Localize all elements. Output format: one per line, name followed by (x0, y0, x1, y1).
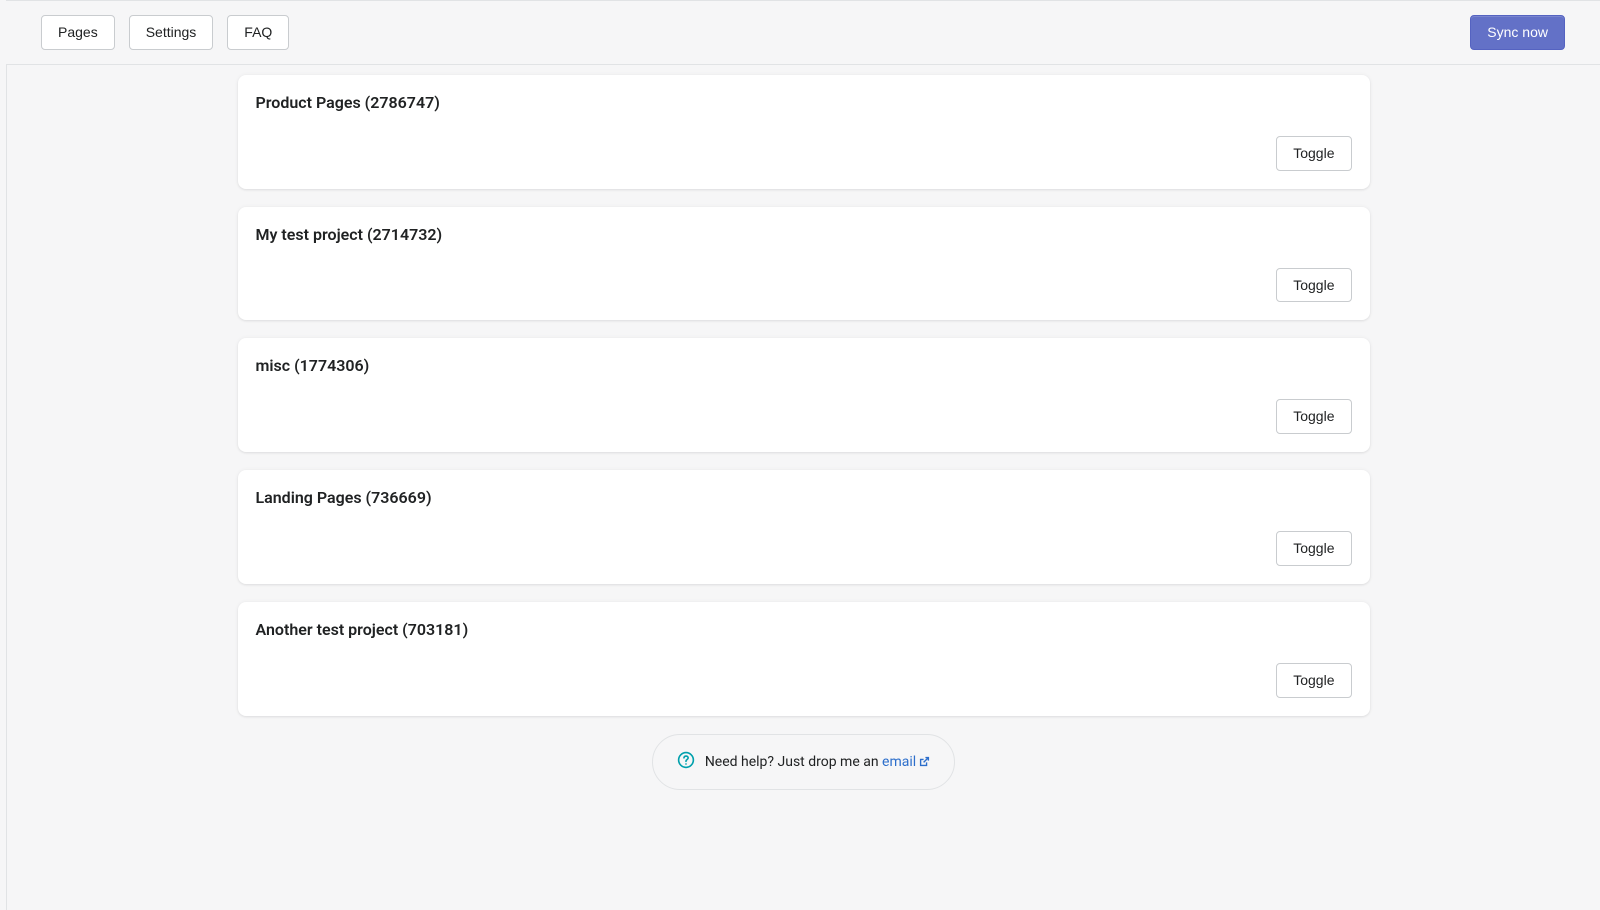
sync-now-button[interactable]: Sync now (1470, 15, 1565, 50)
project-actions: Toggle (256, 399, 1352, 434)
pages-button[interactable]: Pages (41, 15, 115, 50)
topbar-left: Pages Settings FAQ (41, 15, 289, 50)
project-card: Another test project (703181) Toggle (238, 602, 1370, 716)
project-card: My test project (2714732) Toggle (238, 207, 1370, 321)
project-card: Product Pages (2786747) Toggle (238, 75, 1370, 189)
project-title: My test project (2714732) (256, 225, 1352, 244)
help-link-label: email (882, 754, 916, 770)
question-circle-icon (677, 751, 695, 773)
topbar: Pages Settings FAQ Sync now (6, 0, 1600, 65)
settings-button[interactable]: Settings (129, 15, 214, 50)
toggle-button[interactable]: Toggle (1276, 531, 1351, 566)
project-actions: Toggle (256, 268, 1352, 303)
project-list: Product Pages (2786747) Toggle My test p… (222, 75, 1386, 716)
toggle-button[interactable]: Toggle (1276, 663, 1351, 698)
faq-button[interactable]: FAQ (227, 15, 289, 50)
help-text: Need help? Just drop me an email (705, 754, 930, 770)
project-actions: Toggle (256, 136, 1352, 171)
project-title: Product Pages (2786747) (256, 93, 1352, 112)
project-title: Another test project (703181) (256, 620, 1352, 639)
toggle-button[interactable]: Toggle (1276, 268, 1351, 303)
content-wrap: Product Pages (2786747) Toggle My test p… (6, 65, 1600, 910)
toggle-button[interactable]: Toggle (1276, 399, 1351, 434)
help-email-link[interactable]: email (882, 754, 930, 770)
external-link-icon (916, 754, 930, 770)
project-title: misc (1774306) (256, 356, 1352, 375)
toggle-button[interactable]: Toggle (1276, 136, 1351, 171)
project-card: Landing Pages (736669) Toggle (238, 470, 1370, 584)
help-text-prefix: Need help? Just drop me an (705, 754, 882, 770)
project-card: misc (1774306) Toggle (238, 338, 1370, 452)
project-actions: Toggle (256, 663, 1352, 698)
help-pill: Need help? Just drop me an email (652, 734, 955, 790)
project-title: Landing Pages (736669) (256, 488, 1352, 507)
project-actions: Toggle (256, 531, 1352, 566)
